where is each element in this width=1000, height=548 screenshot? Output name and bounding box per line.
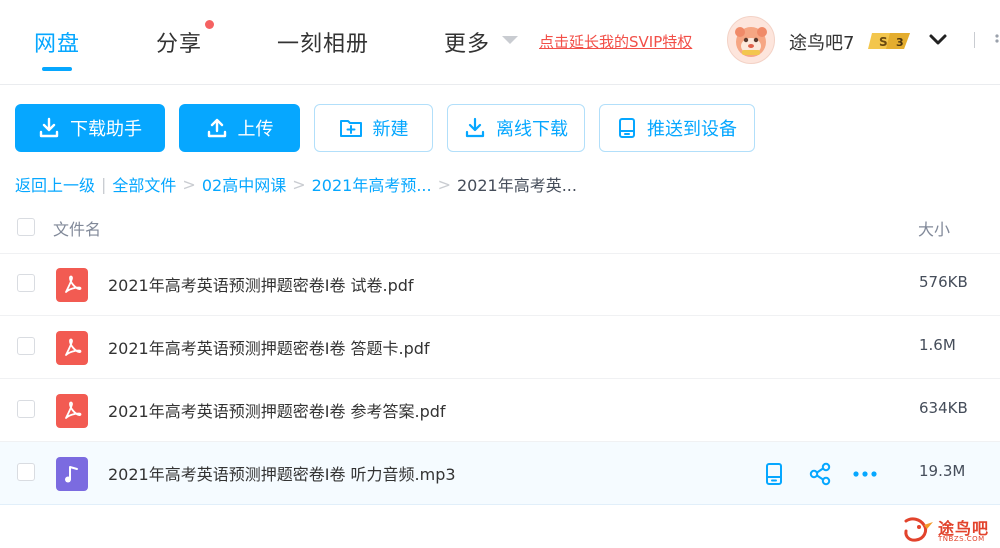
download-helper-button[interactable]: 下载助手 — [15, 104, 165, 152]
breadcrumb-divider: | — [101, 174, 107, 194]
bird-logo-icon — [904, 517, 933, 542]
divider — [974, 32, 975, 48]
file-name[interactable]: 2021年高考英语预测押题密卷I卷 参考答案.pdf — [108, 398, 446, 422]
nav-tab-share[interactable]: 分享 — [156, 26, 202, 58]
file-name[interactable]: 2021年高考英语预测押题密卷I卷 答题卡.pdf — [108, 335, 430, 359]
file-size: 19.3M — [919, 462, 966, 480]
cartoon-avatar-icon — [735, 27, 767, 57]
row-checkbox[interactable] — [17, 400, 35, 418]
new-folder-label: 新建 — [372, 119, 409, 140]
pdf-file-icon — [56, 394, 88, 428]
upload-button[interactable]: 上传 — [179, 104, 300, 152]
watermark-subtext: TNBZS.COM — [938, 535, 985, 543]
download-icon — [39, 117, 59, 138]
file-size: 1.6M — [919, 336, 956, 354]
new-folder-button[interactable]: 新建 — [314, 104, 433, 152]
file-size: 576KB — [919, 273, 968, 291]
breadcrumb-link[interactable]: 02高中网课 — [202, 172, 286, 196]
nav-tab-album[interactable]: 一刻相册 — [277, 26, 369, 58]
download-helper-label: 下载助手 — [70, 119, 142, 140]
file-name[interactable]: 2021年高考英语预测押题密卷I卷 试卷.pdf — [108, 272, 414, 296]
notification-dot — [205, 20, 214, 29]
nav-tab-more[interactable]: 更多 — [444, 26, 490, 58]
breadcrumb-link[interactable]: 2021年高考预... — [312, 172, 432, 196]
upload-label: 上传 — [237, 119, 274, 140]
push-to-device-label: 推送到设备 — [647, 119, 737, 140]
file-size: 634KB — [919, 399, 968, 417]
watermark-logo: 途鸟吧 TNBZS.COM — [902, 513, 994, 545]
breadcrumb: 返回上一级 | 全部文件 > 02高中网课 > 2021年高考预... > 20… — [15, 172, 577, 196]
select-all-checkbox[interactable] — [17, 218, 35, 236]
pdf-file-icon — [56, 268, 88, 302]
row-checkbox[interactable] — [17, 274, 35, 292]
breadcrumb-all-files-link[interactable]: 全部文件 — [112, 172, 176, 196]
table-row[interactable]: 2021年高考英语预测押题密卷I卷 参考答案.pdf 634KB — [0, 379, 1000, 442]
clipped-menu-icon[interactable] — [993, 32, 1000, 48]
breadcrumb-current: 2021年高考英... — [457, 176, 577, 195]
top-navigation-bar: 网盘 分享 一刻相册 更多 点击延长我的SVIP特权 途鸟吧7 S 3 — [0, 0, 1000, 85]
download-icon — [465, 117, 485, 138]
badge-level: 3 — [896, 36, 904, 49]
offline-download-button[interactable]: 离线下载 — [447, 104, 585, 152]
nav-tab-netdisk[interactable]: 网盘 — [34, 26, 80, 58]
svip-promo-link[interactable]: 点击延长我的SVIP特权 — [539, 31, 692, 52]
table-row[interactable]: 2021年高考英语预测押题密卷I卷 试卷.pdf 576KB — [0, 253, 1000, 316]
avatar[interactable] — [727, 16, 775, 64]
row-checkbox[interactable] — [17, 463, 35, 481]
upload-icon — [207, 118, 226, 138]
device-icon — [619, 118, 635, 138]
row-checkbox[interactable] — [17, 337, 35, 355]
username[interactable]: 途鸟吧7 — [789, 29, 854, 55]
push-to-device-button[interactable]: 推送到设备 — [599, 104, 755, 152]
more-options-icon[interactable] — [852, 461, 878, 487]
chevron-down-icon[interactable] — [928, 32, 948, 48]
breadcrumb-chevron-icon: > — [437, 174, 451, 194]
table-row[interactable]: 2021年高考英语预测押题密卷I卷 听力音频.mp3 19.3M — [0, 442, 1000, 505]
share-icon[interactable] — [807, 461, 833, 487]
column-header-name[interactable]: 文件名 — [53, 216, 101, 240]
active-tab-indicator — [42, 67, 72, 71]
chevron-down-icon[interactable] — [502, 36, 518, 44]
offline-download-label: 离线下载 — [496, 119, 568, 140]
file-list-panel: 下载助手 上传 新建 离线下载 推送到设备 返回上一级 | 全部文件 > 02高… — [0, 85, 1000, 548]
table-header: 文件名 大小 — [0, 205, 1000, 254]
breadcrumb-chevron-icon: > — [182, 174, 196, 194]
push-to-device-icon[interactable] — [761, 461, 787, 487]
breadcrumb-back-link[interactable]: 返回上一级 — [15, 172, 95, 196]
audio-file-icon — [56, 457, 88, 491]
badge-symbol: S — [879, 35, 888, 49]
table-row[interactable]: 2021年高考英语预测押题密卷I卷 答题卡.pdf 1.6M — [0, 316, 1000, 379]
pdf-file-icon — [56, 331, 88, 365]
breadcrumb-chevron-icon: > — [292, 174, 306, 194]
new-folder-icon — [339, 120, 362, 137]
svip-level-badge: S 3 — [866, 31, 914, 51]
column-header-size[interactable]: 大小 — [918, 216, 950, 240]
file-name[interactable]: 2021年高考英语预测押题密卷I卷 听力音频.mp3 — [108, 461, 456, 485]
